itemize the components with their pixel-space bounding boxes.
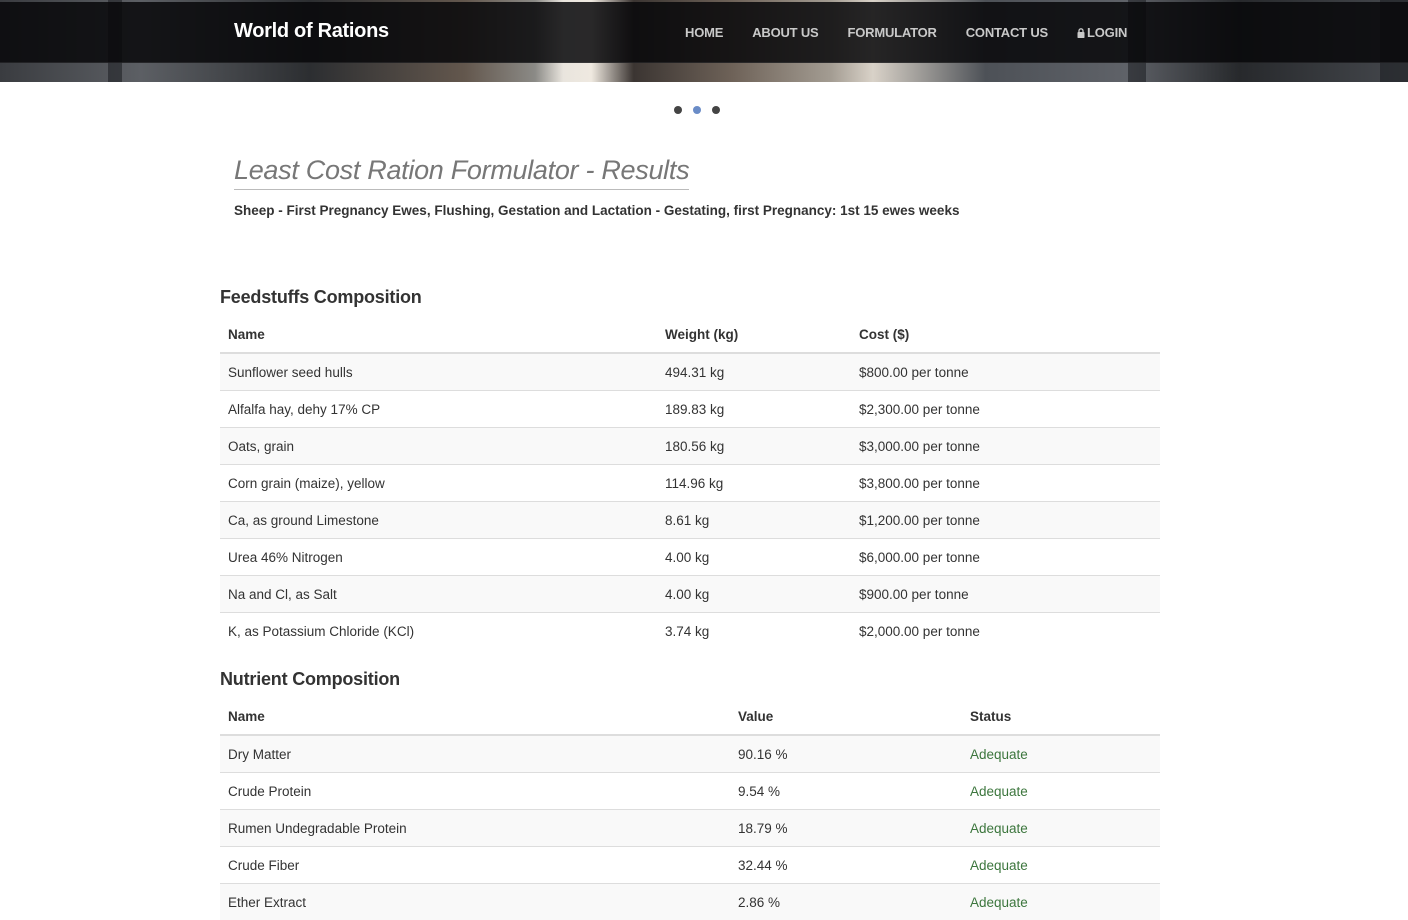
nutrient-name-cell: Rumen Undegradable Protein [220, 810, 730, 847]
lock-icon [1077, 28, 1085, 38]
navbar: World of Rations HOME ABOUT US FORMULATO… [0, 2, 1408, 63]
nutrient-name-cell: Crude Protein [220, 773, 730, 810]
table-row: Sunflower seed hulls494.31 kg$800.00 per… [220, 353, 1160, 391]
status-cell: Adequate [962, 884, 1160, 920]
status-cell: Adequate [962, 810, 1160, 847]
table-row: K, as Potassium Chloride (KCl)3.74 kg$2,… [220, 613, 1160, 650]
nutrient-name-cell: Crude Fiber [220, 847, 730, 884]
value-cell: 18.79 % [730, 810, 962, 847]
value-cell: 90.16 % [730, 735, 962, 773]
nav-home[interactable]: HOME [685, 25, 723, 40]
feedstuffs-table: Name Weight (kg) Cost ($) Sunflower seed… [220, 316, 1160, 649]
feedstuff-name-cell: Oats, grain [220, 428, 657, 465]
nav-about-us[interactable]: ABOUT US [752, 25, 818, 40]
carousel-dot[interactable] [674, 106, 682, 114]
column-header-cost: Cost ($) [851, 316, 1160, 353]
table-row: Urea 46% Nitrogen4.00 kg$6,000.00 per to… [220, 539, 1160, 576]
nutrients-table: Name Value Status Dry Matter90.16 %Adequ… [220, 698, 1160, 920]
carousel-dot[interactable] [693, 106, 701, 114]
cost-cell: $800.00 per tonne [851, 353, 1160, 391]
cost-cell: $3,000.00 per tonne [851, 428, 1160, 465]
table-row: Dry Matter90.16 %Adequate [220, 735, 1160, 773]
feedstuff-name-cell: Corn grain (maize), yellow [220, 465, 657, 502]
table-row: Ether Extract2.86 %Adequate [220, 884, 1160, 920]
table-row: Alfalfa hay, dehy 17% CP189.83 kg$2,300.… [220, 391, 1160, 428]
table-row: Crude Fiber32.44 %Adequate [220, 847, 1160, 884]
page-title: Least Cost Ration Formulator - Results [234, 155, 689, 190]
table-row: Rumen Undegradable Protein18.79 %Adequat… [220, 810, 1160, 847]
weight-cell: 8.61 kg [657, 502, 851, 539]
weight-cell: 180.56 kg [657, 428, 851, 465]
status-cell: Adequate [962, 735, 1160, 773]
nav-login-label: LOGIN [1087, 25, 1127, 40]
feedstuff-name-cell: Urea 46% Nitrogen [220, 539, 657, 576]
feedstuff-name-cell: Ca, as ground Limestone [220, 502, 657, 539]
status-cell: Adequate [962, 773, 1160, 810]
table-row: Na and Cl, as Salt4.00 kg$900.00 per ton… [220, 576, 1160, 613]
nav-formulator[interactable]: FORMULATOR [848, 25, 937, 40]
nutrient-name-cell: Ether Extract [220, 884, 730, 920]
feedstuff-name-cell: K, as Potassium Chloride (KCl) [220, 613, 657, 650]
table-row: Ca, as ground Limestone8.61 kg$1,200.00 … [220, 502, 1160, 539]
cost-cell: $6,000.00 per tonne [851, 539, 1160, 576]
feedstuff-name-cell: Sunflower seed hulls [220, 353, 657, 391]
carousel-dot[interactable] [712, 106, 720, 114]
column-header-value: Value [730, 698, 962, 735]
weight-cell: 189.83 kg [657, 391, 851, 428]
table-row: Corn grain (maize), yellow114.96 kg$3,80… [220, 465, 1160, 502]
weight-cell: 3.74 kg [657, 613, 851, 650]
feedstuff-name-cell: Alfalfa hay, dehy 17% CP [220, 391, 657, 428]
column-header-name: Name [220, 316, 657, 353]
brand-logo[interactable]: World of Rations [234, 20, 389, 43]
cost-cell: $2,300.00 per tonne [851, 391, 1160, 428]
ration-subtitle: Sheep - First Pregnancy Ewes, Flushing, … [234, 203, 959, 218]
cost-cell: $900.00 per tonne [851, 576, 1160, 613]
feedstuffs-table-body: Sunflower seed hulls494.31 kg$800.00 per… [220, 353, 1160, 649]
cost-cell: $2,000.00 per tonne [851, 613, 1160, 650]
table-header-row: Name Weight (kg) Cost ($) [220, 316, 1160, 353]
weight-cell: 494.31 kg [657, 353, 851, 391]
weight-cell: 4.00 kg [657, 539, 851, 576]
value-cell: 32.44 % [730, 847, 962, 884]
nav-menu: HOME ABOUT US FORMULATOR CONTACT US LOGI… [685, 25, 1127, 40]
nav-login[interactable]: LOGIN [1077, 25, 1127, 40]
carousel-indicators [674, 106, 720, 114]
nutrients-table-body: Dry Matter90.16 %AdequateCrude Protein9.… [220, 735, 1160, 920]
nav-contact-us[interactable]: CONTACT US [966, 25, 1048, 40]
column-header-weight: Weight (kg) [657, 316, 851, 353]
column-header-name: Name [220, 698, 730, 735]
column-header-status: Status [962, 698, 1160, 735]
cost-cell: $1,200.00 per tonne [851, 502, 1160, 539]
value-cell: 2.86 % [730, 884, 962, 920]
nutrient-name-cell: Dry Matter [220, 735, 730, 773]
weight-cell: 4.00 kg [657, 576, 851, 613]
weight-cell: 114.96 kg [657, 465, 851, 502]
feedstuff-name-cell: Na and Cl, as Salt [220, 576, 657, 613]
value-cell: 9.54 % [730, 773, 962, 810]
table-row: Oats, grain180.56 kg$3,000.00 per tonne [220, 428, 1160, 465]
cost-cell: $3,800.00 per tonne [851, 465, 1160, 502]
table-header-row: Name Value Status [220, 698, 1160, 735]
nutrients-heading: Nutrient Composition [220, 669, 400, 690]
table-row: Crude Protein9.54 %Adequate [220, 773, 1160, 810]
status-cell: Adequate [962, 847, 1160, 884]
feedstuffs-heading: Feedstuffs Composition [220, 287, 422, 308]
